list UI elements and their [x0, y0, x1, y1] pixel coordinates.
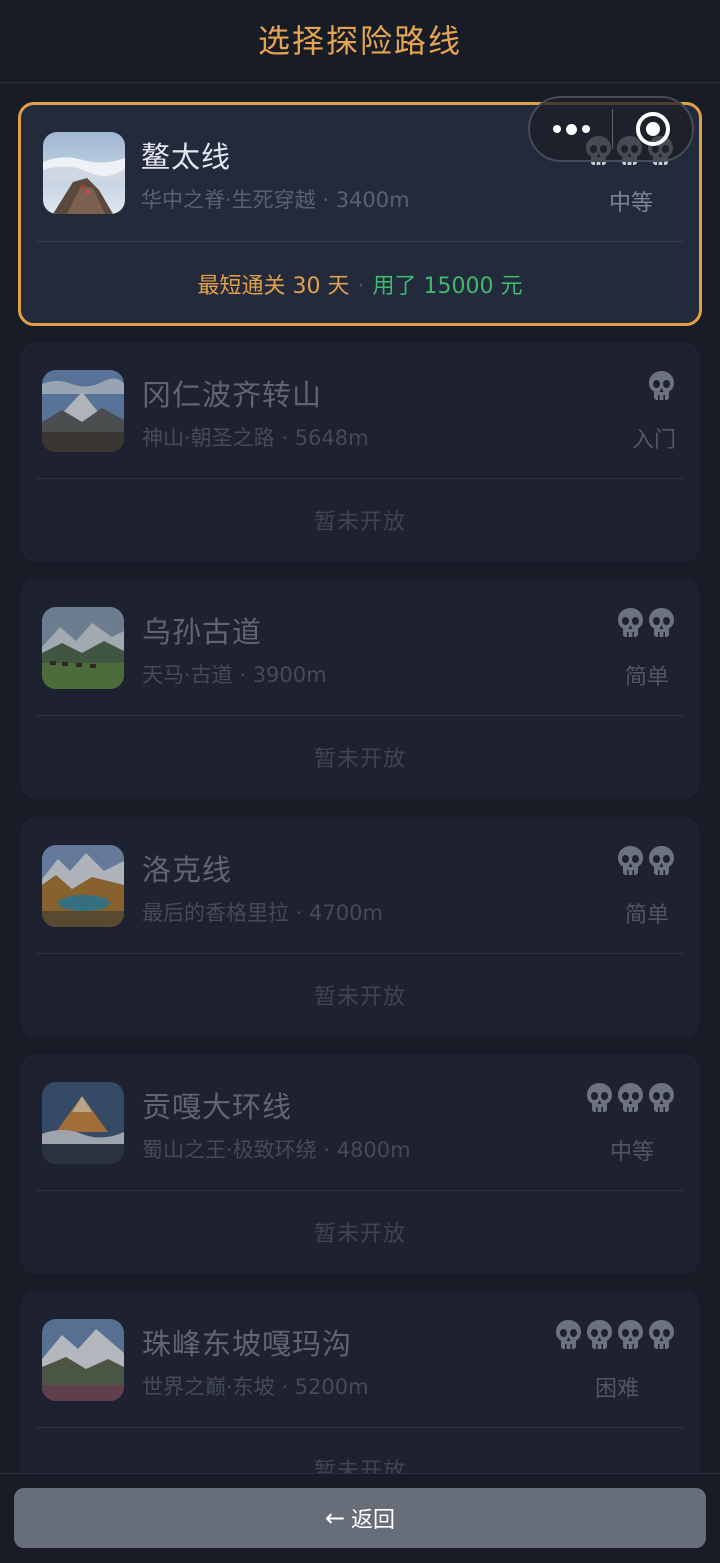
route-name: 鳌太线 — [141, 140, 232, 174]
skull-icon — [587, 1320, 612, 1349]
route-subtitle: 天马·古道 · 3900m — [142, 663, 327, 687]
shortest-days: 最短通关 30 天 — [197, 274, 350, 299]
difficulty-skulls — [585, 1082, 676, 1114]
difficulty-label: 中等 — [609, 1140, 654, 1165]
header: 选择探险路线 — [0, 0, 720, 83]
route-thumbnail — [42, 845, 124, 927]
card-divider — [36, 1190, 684, 1191]
skull-icon — [649, 608, 674, 637]
route-subtitle: 最后的香格里拉 · 4700m — [142, 901, 383, 925]
route-record: 最短通关 30 天 · 用了 15000 元 — [21, 268, 699, 300]
skull-icon — [618, 608, 643, 637]
left-arrow-icon: ← — [324, 1504, 346, 1532]
difficulty-label: 简单 — [624, 665, 669, 690]
footer-separator: · — [357, 274, 365, 299]
route-thumbnail — [42, 607, 124, 689]
card-divider — [36, 953, 684, 954]
card-divider — [36, 715, 684, 716]
skull-icon — [649, 371, 674, 400]
card-divider — [37, 241, 683, 242]
route-subtitle: 世界之巅·东坡 · 5200m — [142, 1375, 369, 1399]
skull-icon — [618, 1320, 643, 1349]
skull-icon — [587, 1083, 612, 1112]
skull-icon — [618, 1083, 643, 1112]
route-status: 暂未开放 — [313, 985, 406, 1010]
route-name: 洛克线 — [142, 853, 233, 887]
page-title: 选择探险路线 — [257, 22, 462, 60]
route-name: 珠峰东坡嘎玛沟 — [142, 1327, 353, 1361]
back-label: 返回 — [351, 1508, 396, 1533]
route-subtitle: 神山·朝圣之路 · 5648m — [142, 426, 369, 450]
skull-icon — [618, 846, 643, 875]
card-divider — [36, 1427, 684, 1428]
skull-icon — [649, 846, 674, 875]
route-card-wusun[interactable]: 乌孙古道 天马·古道 · 3900m 简单 暂未开放 — [20, 579, 700, 799]
route-card-rock[interactable]: 洛克线 最后的香格里拉 · 4700m 简单 暂未开放 — [20, 817, 700, 1037]
route-subtitle: 华中之脊·生死穿越 · 3400m — [141, 188, 410, 212]
route-card-kailash[interactable]: 冈仁波齐转山 神山·朝圣之路 · 5648m 入门 暂未开放 — [20, 342, 700, 562]
target-circle-icon[interactable] — [613, 98, 692, 160]
difficulty-label: 中等 — [608, 191, 653, 216]
route-status: 暂未开放 — [313, 1222, 406, 1247]
route-status: 暂未开放 — [313, 747, 406, 772]
route-card-gongga[interactable]: 贡嘎大环线 蜀山之王·极致环绕 · 4800m 中等 暂未开放 — [20, 1054, 700, 1274]
more-dots-icon[interactable] — [530, 98, 612, 160]
difficulty-label: 入门 — [631, 428, 676, 453]
route-thumbnail — [42, 1082, 124, 1164]
route-status: 暂未开放 — [313, 510, 406, 535]
difficulty-label: 简单 — [624, 903, 669, 928]
card-divider — [36, 478, 684, 479]
difficulty-skulls — [616, 845, 676, 877]
skull-icon — [649, 1320, 674, 1349]
cost-spent: 用了 15000 元 — [372, 274, 523, 299]
route-name: 冈仁波齐转山 — [142, 378, 323, 412]
difficulty-skulls — [554, 1319, 676, 1351]
skull-icon — [649, 1083, 674, 1112]
difficulty-skulls — [647, 370, 676, 402]
route-thumbnail — [42, 1319, 124, 1401]
back-button[interactable]: ← 返回 — [14, 1488, 706, 1548]
miniprogram-capsule — [528, 96, 694, 162]
route-name: 贡嘎大环线 — [142, 1090, 293, 1124]
route-thumbnail — [42, 370, 124, 452]
difficulty-skulls — [616, 607, 676, 639]
route-name: 乌孙古道 — [142, 615, 263, 649]
bottom-bar: ← 返回 — [0, 1473, 720, 1563]
skull-icon — [556, 1320, 581, 1349]
route-thumbnail — [43, 132, 125, 214]
route-subtitle: 蜀山之王·极致环绕 · 4800m — [142, 1138, 411, 1162]
difficulty-label: 困难 — [594, 1377, 639, 1402]
